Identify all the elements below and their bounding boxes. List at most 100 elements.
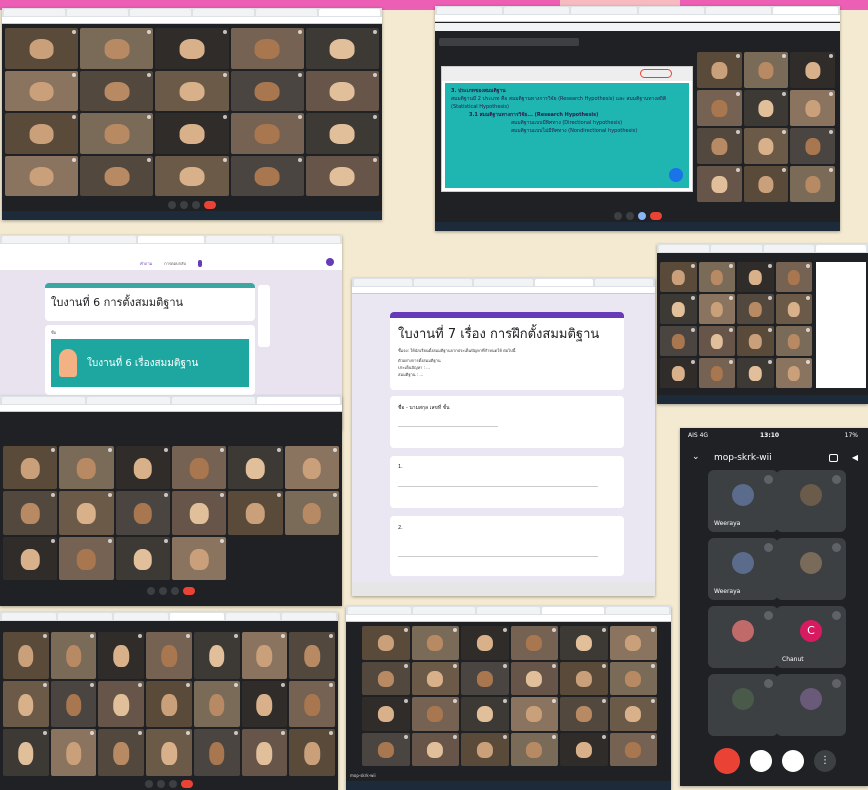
participant-tile[interactable] xyxy=(59,446,114,490)
participant-tile[interactable] xyxy=(660,358,697,388)
participant-tile[interactable] xyxy=(510,626,558,660)
participant-tile[interactable] xyxy=(790,128,835,164)
phone-participant-tile[interactable]: Weeraya xyxy=(708,470,778,532)
participant-tile[interactable] xyxy=(171,491,227,535)
phone-participant-tile[interactable]: Weeraya xyxy=(708,538,778,600)
participant-tile[interactable] xyxy=(660,294,697,324)
phone-participant-tile[interactable] xyxy=(708,674,778,736)
camera-off-icon[interactable] xyxy=(750,750,772,772)
participant-tile[interactable] xyxy=(289,632,335,679)
avatar[interactable] xyxy=(326,258,334,266)
participant-tile[interactable] xyxy=(146,632,192,679)
participant-tile[interactable] xyxy=(775,262,812,292)
camera-icon[interactable] xyxy=(157,780,165,788)
participant-tile[interactable] xyxy=(241,680,288,728)
participant-tile[interactable] xyxy=(560,661,608,695)
participant-tile[interactable] xyxy=(461,626,509,660)
participant-tile[interactable] xyxy=(461,661,509,695)
mic-icon[interactable] xyxy=(168,201,176,209)
participant-tile[interactable] xyxy=(193,680,240,728)
switch-camera-icon[interactable] xyxy=(829,454,838,462)
more-options-icon[interactable]: ⋮ xyxy=(814,750,836,772)
participant-tile[interactable] xyxy=(3,729,49,776)
participant-tile[interactable] xyxy=(411,732,459,766)
participant-tile[interactable] xyxy=(775,326,812,356)
participant-tile[interactable] xyxy=(609,661,657,695)
participant-tile[interactable] xyxy=(171,446,227,490)
camera-icon[interactable] xyxy=(625,212,634,220)
participant-tile[interactable] xyxy=(98,680,145,728)
participant-tile[interactable] xyxy=(3,632,49,679)
participant-tile[interactable] xyxy=(737,262,774,292)
participant-tile[interactable] xyxy=(59,536,114,580)
participant-tile[interactable] xyxy=(50,680,97,728)
participant-tile[interactable] xyxy=(560,732,608,766)
participant-tile[interactable] xyxy=(228,491,283,535)
present-icon[interactable] xyxy=(171,587,179,595)
mic-icon[interactable] xyxy=(145,780,153,788)
mic-icon[interactable] xyxy=(147,587,155,595)
participant-tile[interactable] xyxy=(743,90,789,126)
participant-tile[interactable] xyxy=(98,632,145,679)
participant-tile[interactable] xyxy=(284,491,339,535)
participant-tile[interactable] xyxy=(50,632,97,679)
participant-tile[interactable] xyxy=(362,732,410,766)
phone-participant-tile[interactable] xyxy=(708,606,778,668)
camera-icon[interactable] xyxy=(159,587,167,595)
participant-tile[interactable] xyxy=(80,155,154,196)
address-bar[interactable] xyxy=(435,15,840,22)
participant-tile[interactable] xyxy=(698,326,735,356)
participant-tile[interactable] xyxy=(660,326,697,356)
participant-tile[interactable] xyxy=(171,536,227,580)
participant-tile[interactable] xyxy=(743,166,789,202)
participant-tile[interactable] xyxy=(155,28,229,69)
participant-tile[interactable] xyxy=(698,262,735,292)
participant-tile[interactable] xyxy=(3,446,58,490)
end-call-button[interactable] xyxy=(181,780,193,788)
participant-tile[interactable] xyxy=(5,28,79,69)
end-call-button[interactable] xyxy=(183,587,195,595)
participant-tile[interactable] xyxy=(228,446,283,490)
participant-tile[interactable] xyxy=(289,680,335,728)
chevron-down-icon[interactable]: ⌄ xyxy=(692,452,700,462)
participant-tile[interactable] xyxy=(146,729,192,776)
answer-input-1[interactable] xyxy=(398,426,498,427)
participant-tile[interactable] xyxy=(775,358,812,388)
participant-tile[interactable] xyxy=(5,113,79,154)
phone-participant-tile[interactable]: C Chanut xyxy=(776,606,846,668)
stop-share-button[interactable] xyxy=(640,69,672,78)
address-bar[interactable] xyxy=(352,287,655,294)
participant-tile[interactable] xyxy=(560,626,608,660)
participant-tile[interactable] xyxy=(3,680,49,728)
chat-bubble-icon[interactable] xyxy=(669,168,683,182)
participant-tile[interactable] xyxy=(155,113,229,154)
participant-tile[interactable] xyxy=(241,632,288,679)
call-controls[interactable] xyxy=(2,199,382,211)
participant-tile[interactable] xyxy=(461,697,509,731)
participant-tile[interactable] xyxy=(790,166,835,202)
participant-tile[interactable] xyxy=(284,446,339,490)
participant-tile[interactable] xyxy=(737,294,774,324)
participant-tile[interactable] xyxy=(98,729,145,776)
participant-tile[interactable] xyxy=(305,28,379,69)
participant-tile[interactable] xyxy=(80,113,154,154)
participant-tile[interactable] xyxy=(510,661,558,695)
participant-tile[interactable] xyxy=(609,626,657,660)
call-controls[interactable] xyxy=(0,778,338,790)
participant-tile[interactable] xyxy=(461,732,509,766)
address-bar[interactable] xyxy=(2,17,382,24)
call-controls[interactable] xyxy=(0,585,342,597)
participant-tile[interactable] xyxy=(230,155,304,196)
participant-tile[interactable] xyxy=(775,294,812,324)
participant-tile[interactable] xyxy=(5,155,79,196)
participant-tile[interactable] xyxy=(115,446,170,490)
participant-tile[interactable] xyxy=(697,90,742,126)
phone-participant-tile[interactable] xyxy=(776,674,846,736)
end-call-button[interactable] xyxy=(714,748,740,774)
participant-tile[interactable] xyxy=(5,70,79,111)
participant-tile[interactable] xyxy=(698,294,735,324)
phone-participant-tile[interactable] xyxy=(776,538,846,600)
camera-icon[interactable] xyxy=(180,201,188,209)
participant-tile[interactable] xyxy=(146,680,192,728)
participant-tile[interactable] xyxy=(3,536,58,580)
